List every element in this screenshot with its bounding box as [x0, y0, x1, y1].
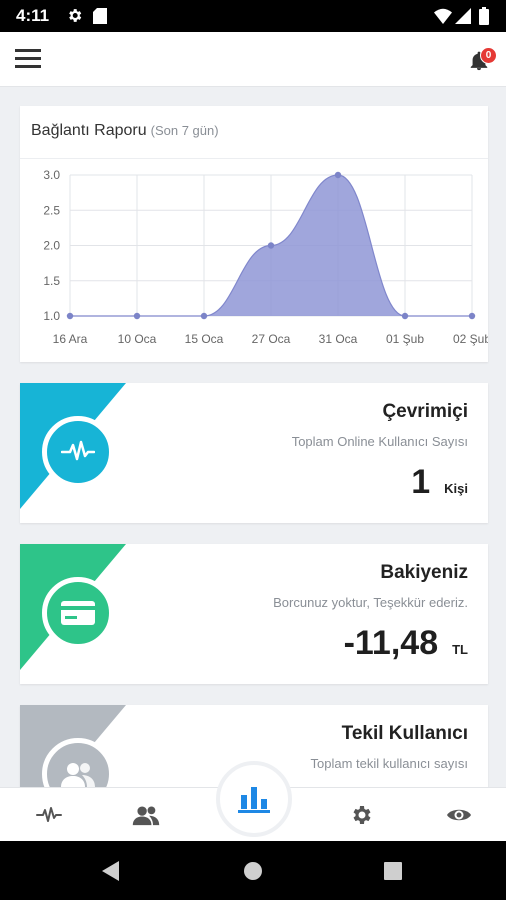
y-tick-label: 2.0 [43, 239, 60, 253]
balance-value-row: -11,48 TL [344, 624, 468, 663]
status-time: 4:11 [16, 6, 50, 25]
chart-header: Bağlantı Raporu (Son 7 gün) [20, 106, 488, 159]
x-tick-label: 16 Ara [53, 332, 88, 346]
x-tick-label: 01 Şub [386, 332, 424, 346]
settings-status-icon [69, 9, 82, 22]
balance-unit: TL [452, 642, 468, 657]
x-tick-label: 10 Oca [118, 332, 157, 346]
balance-card[interactable]: Bakiyeniz Borcunuz yoktur, Teşekkür eder… [20, 544, 488, 684]
balance-icon-circle [42, 577, 114, 649]
users-icon [132, 806, 160, 826]
data-point [66, 312, 74, 320]
online-unit: Kişi [444, 481, 468, 496]
online-card[interactable]: Çevrimiçi Toplam Online Kullanıcı Sayısı… [20, 383, 488, 523]
online-title: Çevrimiçi [382, 401, 468, 422]
online-value: 1 [411, 463, 431, 501]
balance-description: Borcunuz yoktur, Teşekkür ederiz. [273, 595, 468, 610]
data-point [401, 312, 409, 320]
credit-card-icon [61, 601, 95, 625]
y-tick-label: 1.0 [43, 309, 60, 323]
balance-title: Bakiyeniz [380, 562, 468, 583]
pulse-icon [61, 440, 95, 461]
chart-title: Bağlantı Raporu (Son 7 gün) [31, 122, 219, 140]
back-icon[interactable] [101, 861, 121, 881]
x-tick-label: 27 Oca [252, 332, 291, 346]
battery-icon [479, 7, 489, 25]
pulse-icon [36, 807, 62, 822]
chart-subtitle: (Son 7 gün) [150, 123, 219, 138]
gear-icon [353, 806, 371, 824]
online-description: Toplam Online Kullanıcı Sayısı [291, 434, 468, 449]
wifi-icon [434, 8, 452, 24]
online-value-row: 1 Kişi [411, 463, 468, 502]
x-tick-label: 15 Oca [185, 332, 224, 346]
nav-users[interactable] [131, 801, 161, 829]
bar-chart-icon [238, 787, 270, 813]
data-point [334, 171, 342, 179]
y-tick-label: 2.5 [43, 203, 60, 217]
connection-chart: 1.0 1.5 2.0 2.5 3.0 16 Ara 10 Oca 15 Oca 27 Oca 3… [43, 168, 488, 346]
data-point [468, 312, 476, 320]
signal-icon [455, 8, 471, 24]
users-icon [61, 763, 95, 787]
home-icon[interactable] [243, 861, 263, 881]
unique-users-title: Tekil Kullanıcı [341, 723, 468, 744]
nav-activity[interactable] [34, 801, 64, 829]
notification-badge: 0 [480, 47, 497, 64]
connection-report-card: Bağlantı Raporu (Son 7 gün) 1.0 1.5 2.0 2.5 3… [20, 106, 488, 362]
system-nav-bar [0, 841, 506, 900]
menu-icon[interactable] [15, 49, 41, 69]
data-point [133, 312, 141, 320]
sd-card-icon [93, 8, 107, 24]
x-tick-label: 02 Şub [453, 332, 488, 346]
nav-dashboard[interactable] [216, 761, 292, 837]
balance-value: -11,48 [343, 624, 439, 662]
nav-monitor[interactable] [444, 801, 474, 829]
nav-settings[interactable] [346, 801, 376, 829]
online-icon-circle [42, 416, 114, 488]
recents-icon[interactable] [384, 862, 402, 880]
chart-title-text: Bağlantı Raporu [31, 122, 147, 139]
notifications-button[interactable]: 0 [466, 46, 498, 74]
eye-icon [447, 809, 471, 821]
data-point [200, 312, 208, 320]
data-point [267, 242, 275, 249]
status-bar: 4:11 [0, 0, 506, 32]
x-tick-label: 31 Oca [319, 332, 358, 346]
y-tick-label: 1.5 [43, 274, 60, 288]
app-bar: 0 [0, 32, 506, 87]
y-tick-label: 3.0 [43, 168, 60, 182]
unique-users-description: Toplam tekil kullanıcı sayısı [310, 756, 468, 771]
